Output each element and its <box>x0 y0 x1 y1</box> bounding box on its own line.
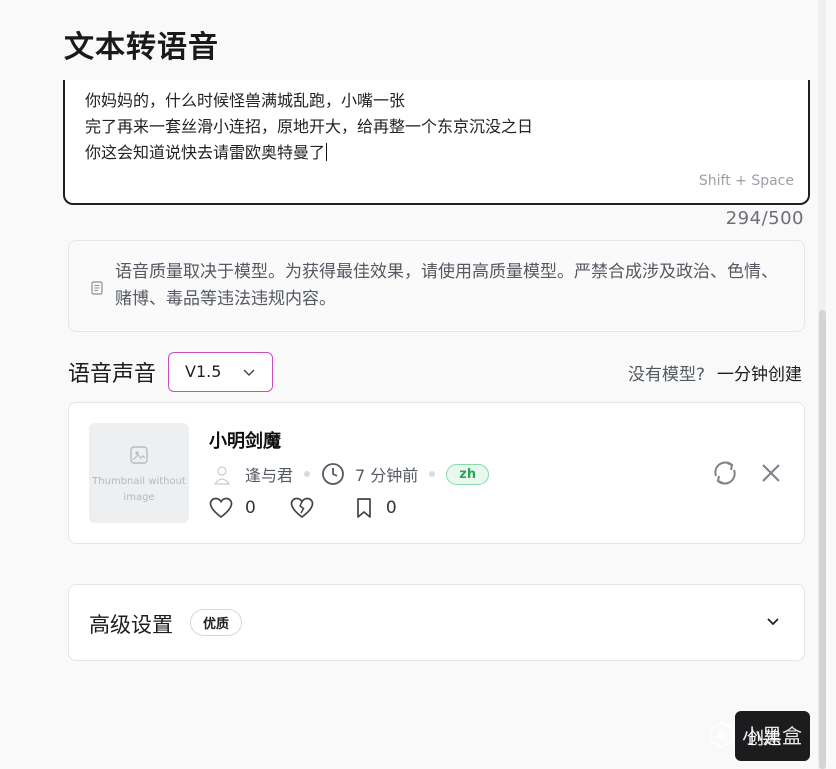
version-selected-value: V1.5 <box>185 362 222 381</box>
document-icon <box>91 281 103 295</box>
model-thumbnail: Thumbnail without image <box>89 423 189 523</box>
text-caret <box>326 143 328 161</box>
refresh-icon[interactable] <box>710 458 740 488</box>
scrollbar-thumb[interactable] <box>819 310 826 769</box>
chevron-down-icon <box>767 618 779 626</box>
language-badge: zh <box>446 463 490 485</box>
chevron-down-icon <box>243 369 255 376</box>
like-count: 0 <box>245 498 256 518</box>
bookmark-stat[interactable]: 0 <box>354 497 397 519</box>
watermark-logo-icon <box>710 721 734 748</box>
voice-section-label: 语音声音 <box>68 362 157 387</box>
page-title: 文本转语音 <box>64 30 219 65</box>
notice-box: 语音质量取决于模型。为获得最佳效果，请使用高质量模型。严禁合成涉及政治、色情、赌… <box>68 240 805 332</box>
scrolled-line-fragment <box>85 80 533 88</box>
text-line-2: 完了再来一套丝滑小连招，原地开大，给再整一个东京沉没之日 <box>85 117 534 136</box>
shortcut-hint: Shift + Space <box>698 173 794 189</box>
meta-separator <box>304 471 311 477</box>
bookmark-icon <box>356 498 371 518</box>
no-model-text: 没有模型? <box>628 365 706 385</box>
avatar <box>213 466 231 485</box>
meta-separator <box>429 471 436 477</box>
close-icon[interactable] <box>760 462 782 484</box>
dislike-button[interactable] <box>290 497 326 519</box>
bookmark-count: 0 <box>385 498 397 518</box>
model-name[interactable]: 小明剑魔 <box>209 427 281 453</box>
model-meta: 逢与君 7 分钟前 zh <box>211 460 490 488</box>
advanced-settings-toggle[interactable]: 高级设置 优质 <box>68 584 805 661</box>
quality-badge: 优质 <box>190 609 243 636</box>
model-author[interactable]: 逢与君 <box>245 462 293 486</box>
advanced-settings-title: 高级设置 <box>89 613 173 637</box>
clock-icon <box>322 463 344 485</box>
like-stat[interactable]: 0 <box>209 497 256 519</box>
text-line-3: 你这会知道说快去请雷欧奥特曼了 <box>85 143 328 162</box>
broken-heart-icon <box>290 497 314 519</box>
version-select[interactable]: V1.5 <box>168 352 273 392</box>
text-line-1: 你妈妈的，什么时候怪兽满城乱跑，小嘴一张 <box>85 91 406 110</box>
heart-icon <box>209 497 233 519</box>
thumbnail-placeholder-text: Thumbnail without image <box>92 476 186 503</box>
model-time-ago: 7 分钟前 <box>355 466 419 485</box>
model-stats: 0 0 <box>209 495 397 521</box>
notice-text: 语音质量取决于模型。为获得最佳效果，请使用高质量模型。严禁合成涉及政治、色情、赌… <box>115 262 778 309</box>
selected-model-card[interactable]: Thumbnail without image 小明剑魔 逢与君 7 分钟前 z… <box>68 402 805 544</box>
image-placeholder-icon <box>130 446 148 464</box>
watermark: 小黑盒 <box>708 720 802 749</box>
char-count: 294/500 <box>725 208 804 229</box>
watermark-text: 小黑盒 <box>742 724 802 748</box>
card-actions <box>710 458 782 488</box>
create-model-link[interactable]: 一分钟创建 <box>717 360 802 385</box>
text-input-area[interactable]: 你妈妈的，什么时候怪兽满城乱跑，小嘴一张 完了再来一套丝滑小连招，原地开大，给再… <box>63 80 810 205</box>
